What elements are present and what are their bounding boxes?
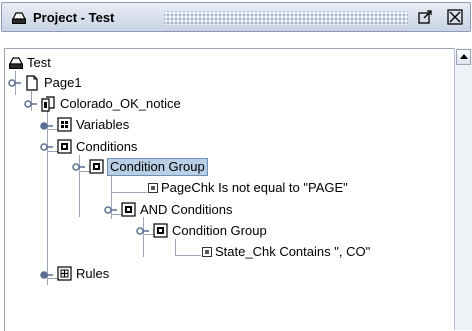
tree-node-page-check[interactable]: PageChk Is not equal to "PAGE" (5, 178, 445, 198)
printer-icon (9, 57, 23, 69)
panel-titlebar[interactable]: Project - Test (1, 2, 471, 32)
expand-handle-icon[interactable] (24, 97, 38, 111)
expand-handle-icon[interactable] (8, 76, 22, 90)
expand-handle-icon[interactable] (104, 203, 118, 217)
tree-node-conditions[interactable]: Conditions (5, 137, 445, 157)
tree-node-label: Variables (76, 117, 130, 132)
condition-icon (121, 202, 136, 217)
vertical-scrollbar[interactable] (454, 48, 472, 330)
project-tree[interactable]: Test Page1 Colorado_OK_notice Variables … (4, 48, 455, 331)
tree-node-test[interactable]: Test (5, 53, 445, 73)
tree-node-label: Condition Group (172, 223, 267, 238)
condition-icon (89, 159, 104, 174)
variables-icon (57, 117, 72, 132)
tree-node-label: Rules (76, 266, 110, 281)
rules-icon (57, 266, 72, 281)
tree-node-label: AND Conditions (140, 202, 233, 217)
collapse-handle-icon[interactable] (40, 268, 54, 282)
scroll-up-button[interactable] (456, 49, 471, 65)
tree-node-state-check[interactable]: State_Chk Contains ", CO" (5, 242, 445, 262)
tree-node-label: Condition Group (107, 158, 208, 176)
condition-item-icon (202, 247, 212, 257)
expand-handle-icon[interactable] (72, 160, 86, 174)
panel-title: Project - Test (33, 10, 115, 25)
tree-node-rules[interactable]: Rules (5, 264, 445, 284)
condition-item-icon (148, 183, 158, 193)
tree-node-label: Test (27, 55, 51, 70)
project-panel: Project - Test Test Page1 Colorado_OK_no… (0, 0, 472, 331)
tree-node-page1[interactable]: Page1 (5, 73, 445, 93)
restore-window-icon[interactable] (416, 8, 434, 26)
expand-handle-icon[interactable] (136, 224, 150, 238)
document-copy-icon (41, 96, 55, 112)
tree-node-label: Conditions (76, 139, 138, 154)
page-icon (26, 75, 38, 91)
tree-node-label: Page1 (44, 75, 82, 90)
tree-node-inner-condition-group[interactable]: Condition Group (5, 221, 445, 241)
tree-node-condition-group[interactable]: Condition Group (5, 157, 445, 177)
titlebar-grip (164, 11, 408, 25)
tree-node-label: Colorado_OK_notice (60, 96, 181, 111)
condition-icon (153, 223, 168, 238)
expand-handle-icon[interactable] (40, 140, 54, 154)
tree-node-colorado-notice[interactable]: Colorado_OK_notice (5, 94, 445, 114)
tree-node-and-conditions[interactable]: AND Conditions (5, 200, 445, 220)
printer-icon (12, 12, 26, 24)
close-icon[interactable] (446, 8, 464, 26)
collapse-handle-icon[interactable] (40, 119, 54, 133)
tree-node-variables[interactable]: Variables (5, 115, 445, 135)
tree-node-label: State_Chk Contains ", CO" (215, 244, 371, 259)
tree-node-label: PageChk Is not equal to "PAGE" (161, 180, 348, 195)
condition-icon (57, 139, 72, 154)
